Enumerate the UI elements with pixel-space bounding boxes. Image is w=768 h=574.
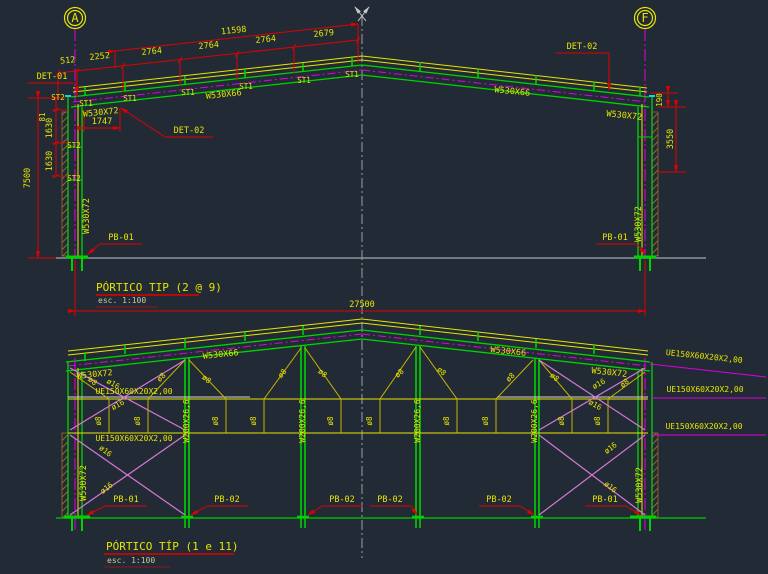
member-size-label: W200X26,6 [298, 399, 307, 443]
stiffener-label: ST1 [345, 70, 359, 79]
rod-diameter-label: ø8 [593, 416, 602, 426]
view-title: PÓRTICO TIP (2 @ 9) [96, 281, 222, 294]
view-scale-label: esc. 1:100 [98, 296, 146, 305]
rod-diameter-label: ø8 [481, 416, 490, 426]
rod-diameter-label: ø8 [276, 367, 289, 380]
stiffener-label: ST1 [123, 94, 137, 103]
rod-diameter-label: ø16 [591, 376, 608, 391]
rod-diameter-label: ø16 [98, 480, 115, 496]
base-plate-label: PB-01 [592, 495, 618, 505]
rod-diameter-label: ø16 [97, 443, 114, 459]
base-plate-label: PB-02 [377, 495, 403, 505]
bottom-view-labels: W530X72W530X66W530X66W530X72UE150X60X20X… [76, 345, 743, 565]
dim-label: 27500 [349, 300, 375, 310]
girt-size-label: UE150X60X20X2,00 [665, 348, 743, 365]
detail-callout-label: DET-02 [174, 126, 205, 136]
dimension-lines [28, 24, 686, 316]
dim-label: 2764 [255, 34, 276, 46]
rod-diameter-label: ø8 [316, 367, 329, 380]
dim-label: 2764 [141, 46, 162, 58]
stiffener-label: ST1 [181, 88, 195, 97]
base-plates [64, 517, 656, 531]
bottom-view: W530X72W530X66W530X66W530X72UE150X60X20X… [56, 319, 766, 567]
rod-diameter-label: ø8 [94, 416, 103, 426]
member-size-label: W200X26,6 [413, 399, 422, 443]
base-plates [66, 257, 656, 271]
member-size-label: W530X66 [202, 348, 239, 362]
stiffener-label: ST1 [79, 99, 93, 108]
dim-label: 2764 [198, 40, 219, 52]
stiffener-label: ST2 [51, 93, 65, 102]
dim-label: 512 [60, 55, 76, 67]
base-plate-label: PB-01 [602, 233, 628, 243]
dim-label: 1630 [45, 118, 55, 138]
base-plate-label: PB-02 [486, 495, 512, 505]
dim-label: 1747 [92, 117, 112, 127]
rod-diameter-label: ø8 [504, 371, 517, 384]
leader-lines [87, 506, 641, 567]
member-size-label: W530X72 [606, 109, 643, 123]
rod-diameter-label: ø8 [211, 416, 220, 426]
detail-callout-label: DET-02 [567, 42, 598, 52]
base-plate-label: PB-02 [329, 495, 355, 505]
girt-size-label: UE150X60X20X2,00 [95, 387, 172, 396]
detail-callout-label: DET-01 [37, 72, 68, 82]
girts [68, 397, 648, 433]
view-title: PÓRTICO TÍP (1 e 11) [106, 540, 238, 553]
corner-column-right [638, 358, 658, 530]
dim-label: 7500 [23, 168, 33, 188]
rod-diameter-label: ø8 [557, 416, 566, 426]
rod-diameter-label: ø16 [587, 398, 604, 413]
rod-diameter-label: ø8 [155, 371, 168, 384]
member-size-label: W200X26,6 [182, 399, 191, 443]
member-size-label: W530X72 [82, 198, 92, 234]
rod-diameter-label: ø8 [435, 365, 448, 378]
member-size-label: W530X72 [635, 467, 645, 503]
member-size-label: W530X72 [634, 206, 644, 242]
rod-diameter-label: ø8 [249, 416, 258, 426]
member-size-label: W530X66 [205, 88, 242, 102]
girt-size-label: UE150X60X20X2,00 [95, 434, 172, 443]
girt-size-label: UE150X60X20X2,00 [666, 385, 743, 394]
rod-diameter-label: ø8 [133, 416, 142, 426]
member-size-label: W530X66 [494, 85, 531, 99]
rod-diameter-label: ø8 [365, 416, 374, 426]
dim-label: 3550 [666, 129, 676, 149]
grid-centerlines [75, 29, 645, 256]
girt-size-label: UE150X60X20X2,00 [665, 422, 742, 431]
dim-label: 11598 [221, 25, 247, 38]
stiffener-label: ST1 [239, 82, 253, 91]
rod-diameter-label: ø8 [326, 416, 335, 426]
grid-bubble-letter: F [641, 11, 648, 25]
cad-viewport: A F 11598 512 2252 2764 2764 2764 2679 DET-01 DET-… [0, 0, 768, 574]
dim-label: 2679 [313, 28, 334, 40]
member-size-label: W200X26,6 [530, 399, 539, 443]
rod-diameter-label: ø16 [110, 397, 127, 412]
rod-diameter-label: ø16 [602, 440, 619, 456]
drawing-canvas[interactable]: A F 11598 512 2252 2764 2764 2764 2679 DET-01 DET-… [0, 0, 768, 574]
member-size-label: W530X72 [79, 465, 89, 501]
dim-label: 2252 [89, 51, 110, 63]
top-view: A F 11598 512 2252 2764 2764 2764 2679 DET-01 DET-… [23, 7, 706, 318]
grid-bubble-letter: A [71, 11, 79, 25]
view-scale-label: esc. 1:100 [107, 556, 155, 565]
corner-column-left [62, 358, 82, 530]
rod-diameter-label: ø8 [442, 416, 451, 426]
stiffener-label: ST1 [297, 76, 311, 85]
rod-diameter-label: ø16 [602, 479, 619, 495]
dim-label: 190 [655, 93, 664, 107]
rafter-left [66, 319, 362, 371]
top-view-labels: A F 11598 512 2252 2764 2764 2764 2679 DET-01 DET-… [23, 11, 676, 310]
stiffener-label: ST2 [67, 141, 81, 150]
dim-label: 1630 [45, 151, 55, 171]
rafter-right [362, 56, 649, 107]
base-plate-label: PB-01 [108, 233, 134, 243]
stiffener-label: ST2 [67, 174, 81, 183]
base-plate-label: PB-02 [214, 495, 240, 505]
base-plate-label: PB-01 [113, 495, 139, 505]
